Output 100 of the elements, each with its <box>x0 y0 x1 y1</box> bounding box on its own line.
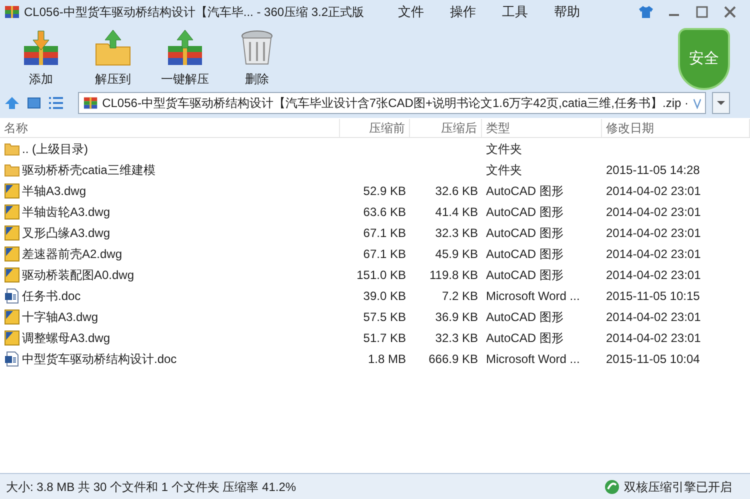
file-name: 半轴A3.dwg <box>22 182 86 200</box>
original-size: 52.9 KB <box>363 184 406 198</box>
file-row[interactable]: 驱动桥桥壳catia三维建模 文件夹 2015-11-05 14:28 <box>0 159 750 180</box>
modified-date: 2015-11-05 10:15 <box>606 288 700 302</box>
drawing-file-icon <box>4 308 20 324</box>
column-header[interactable]: 类型 <box>482 118 602 136</box>
drawing-file-icon <box>4 204 20 220</box>
thumbnail-view-icon[interactable] <box>26 95 42 111</box>
file-name: 十字轴A3.dwg <box>22 308 98 326</box>
file-type: AutoCAD 图形 <box>486 330 564 344</box>
file-name: 驱动桥装配图A0.dwg <box>22 266 134 284</box>
archive-up-arrow-icon <box>165 28 205 68</box>
modified-date: 2014-04-02 23:01 <box>606 226 701 240</box>
original-size: 1.8 MB <box>368 352 406 366</box>
status-summary: 大小: 3.8 MB 共 30 个文件和 1 个文件夹 压缩率 41.2% <box>6 478 296 496</box>
file-row[interactable]: 任务书.doc 39.0 KB 7.2 KB Microsoft Word ... 2015-11-05 10:15 <box>0 285 750 306</box>
engine-swirl-icon <box>604 478 620 494</box>
document-icon <box>4 288 20 304</box>
column-header[interactable]: 压缩前 <box>340 118 410 136</box>
archive-down-arrow-icon <box>21 28 61 68</box>
toolbar-button[interactable]: 解压到 <box>82 28 144 88</box>
compressed-size: 7.2 KB <box>442 288 478 302</box>
compressed-size: 36.9 KB <box>435 310 478 324</box>
app-logo-icon <box>4 4 20 20</box>
menu-item[interactable]: 帮助 <box>554 2 580 22</box>
drawing-file-icon <box>4 182 20 198</box>
chevron-down-icon <box>692 98 701 108</box>
file-row[interactable]: 驱动桥装配图A0.dwg 151.0 KB 119.8 KB AutoCAD 图形 2014-04-02 23:01 <box>0 264 750 285</box>
original-size: 67.1 KB <box>363 246 406 260</box>
archive-icon <box>83 95 98 111</box>
drawing-file-icon <box>4 266 20 282</box>
modified-date: 2014-04-02 23:01 <box>606 204 701 218</box>
folder-icon <box>4 140 20 156</box>
drawing-file-icon <box>4 330 20 346</box>
compressed-size: 45.9 KB <box>435 246 478 260</box>
file-type: Microsoft Word ... <box>486 288 580 302</box>
original-size: 57.5 KB <box>363 310 406 324</box>
modified-date: 2015-11-05 14:28 <box>606 162 700 176</box>
folder-up-arrow-icon <box>93 28 133 68</box>
dropdown-button[interactable] <box>712 92 730 114</box>
shirt-icon[interactable] <box>638 4 654 20</box>
column-header[interactable]: 修改日期 <box>602 118 750 136</box>
maximize-icon[interactable] <box>694 4 710 20</box>
file-type: AutoCAD 图形 <box>486 226 564 240</box>
original-size: 51.7 KB <box>363 330 406 344</box>
menu-item[interactable]: 文件 <box>398 2 424 22</box>
file-type: AutoCAD 图形 <box>486 184 564 198</box>
original-size: 151.0 KB <box>356 268 406 282</box>
file-name: 驱动桥桥壳catia三维建模 <box>22 162 156 178</box>
file-type: AutoCAD 图形 <box>486 310 564 324</box>
file-row[interactable]: .. (上级目录) 文件夹 <box>0 138 750 159</box>
original-size: 39.0 KB <box>363 288 406 302</box>
file-type: 文件夹 <box>486 162 522 176</box>
file-row[interactable]: 十字轴A3.dwg 57.5 KB 36.9 KB AutoCAD 图形 2014-04-02 23:01 <box>0 306 750 327</box>
compressed-size: 32.3 KB <box>435 226 478 240</box>
toolbar-button[interactable]: 添加 <box>10 28 72 88</box>
compressed-size: 32.3 KB <box>435 330 478 344</box>
original-size: 67.1 KB <box>363 226 406 240</box>
file-name: .. (上级目录) <box>22 140 88 158</box>
folder-icon <box>4 162 20 178</box>
file-name: 叉形凸缘A3.dwg <box>22 224 110 242</box>
modified-date: 2014-04-02 23:01 <box>606 184 701 198</box>
list-view-icon[interactable] <box>48 95 64 111</box>
address-field[interactable]: CL056-中型货车驱动桥结构设计【汽车毕业设计含7张CAD图+说明书论文1.6万字42页,catia三维,任务书】.zip · <box>78 92 706 114</box>
modified-date: 2014-04-02 23:01 <box>606 330 701 344</box>
file-row[interactable]: 半轴A3.dwg 52.9 KB 32.6 KB AutoCAD 图形 2014-04-02 23:01 <box>0 180 750 201</box>
file-type: 文件夹 <box>486 142 522 156</box>
file-type: Microsoft Word ... <box>486 352 580 366</box>
modified-date: 2015-11-05 10:04 <box>606 352 700 366</box>
file-name: 半轴齿轮A3.dwg <box>22 204 110 220</box>
file-type: AutoCAD 图形 <box>486 246 564 260</box>
compressed-size: 41.4 KB <box>435 204 478 218</box>
menu-item[interactable]: 操作 <box>450 2 476 22</box>
file-name: 任务书.doc <box>22 288 81 304</box>
column-header[interactable]: 名称 <box>0 118 340 136</box>
file-row[interactable]: 半轴齿轮A3.dwg 63.6 KB 41.4 KB AutoCAD 图形 2014-04-02 23:01 <box>0 201 750 222</box>
up-arrow-icon[interactable] <box>4 95 20 111</box>
window-title: CL056-中型货车驱动桥结构设计【汽车毕... - 360压缩 3.2正式版 <box>24 4 364 21</box>
caret-icon <box>717 99 725 107</box>
file-name: 中型货车驱动桥结构设计.doc <box>22 350 177 368</box>
file-row[interactable]: 叉形凸缘A3.dwg 67.1 KB 32.3 KB AutoCAD 图形 2014-04-02 23:01 <box>0 222 750 243</box>
compressed-size: 666.9 KB <box>428 352 478 366</box>
modified-date: 2014-04-02 23:01 <box>606 310 701 324</box>
file-row[interactable]: 调整螺母A3.dwg 51.7 KB 32.3 KB AutoCAD 图形 2014-04-02 23:01 <box>0 327 750 348</box>
toolbar-button[interactable]: 一键解压 <box>154 28 216 88</box>
original-size: 63.6 KB <box>363 204 406 218</box>
drawing-file-icon <box>4 246 20 262</box>
modified-date: 2014-04-02 23:01 <box>606 268 701 282</box>
engine-status: 双核压缩引擎已开启 <box>624 478 732 496</box>
column-header[interactable]: 压缩后 <box>410 118 482 136</box>
file-name: 调整螺母A3.dwg <box>22 330 110 346</box>
file-type: AutoCAD 图形 <box>486 204 564 218</box>
file-row[interactable]: 中型货车驱动桥结构设计.doc 1.8 MB 666.9 KB Microsoft Word ... 2015-11-05 10:04 <box>0 348 750 369</box>
toolbar-button[interactable]: 删除 <box>226 28 288 88</box>
close-icon[interactable] <box>722 4 738 20</box>
modified-date: 2014-04-02 23:01 <box>606 246 701 260</box>
file-name: 差速器前壳A2.dwg <box>22 246 122 262</box>
compressed-size: 32.6 KB <box>435 184 478 198</box>
file-row[interactable]: 差速器前壳A2.dwg 67.1 KB 45.9 KB AutoCAD 图形 2014-04-02 23:01 <box>0 243 750 264</box>
menu-item[interactable]: 工具 <box>502 2 528 22</box>
